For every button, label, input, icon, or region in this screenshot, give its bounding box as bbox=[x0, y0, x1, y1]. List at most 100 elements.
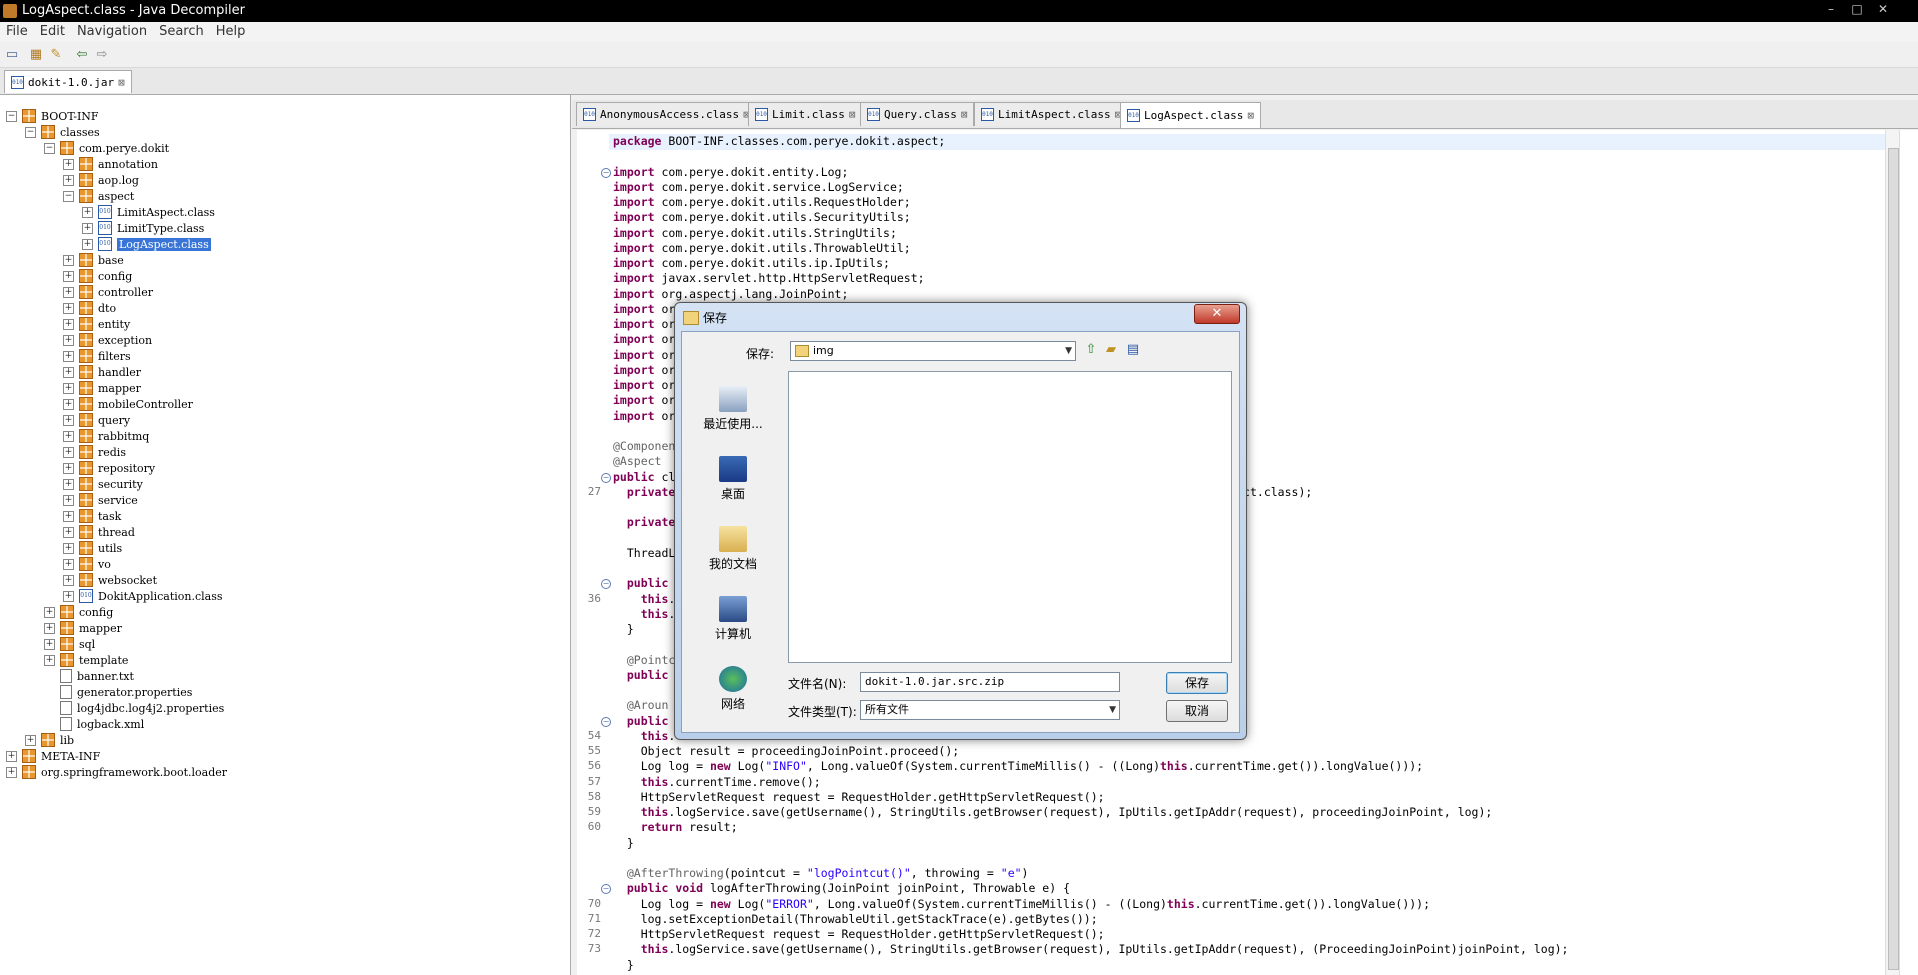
view-menu-icon[interactable]: ▤ bbox=[1124, 341, 1142, 359]
expand-icon[interactable]: + bbox=[63, 334, 74, 346]
expand-icon[interactable]: + bbox=[63, 366, 74, 378]
minimize-button[interactable]: – bbox=[1820, 1, 1842, 17]
jar-tab[interactable]: 010 dokit-1.0.jar ⊠ bbox=[4, 70, 132, 93]
expand-icon[interactable]: + bbox=[44, 638, 55, 650]
menu-search[interactable]: Search bbox=[153, 22, 210, 39]
expand-icon[interactable]: + bbox=[63, 558, 74, 570]
expand-icon[interactable]: + bbox=[63, 382, 74, 394]
tab-logaspect[interactable]: 010 LogAspect.class ⊠ bbox=[1120, 102, 1261, 128]
tree-node[interactable]: − com.perye.dokit bbox=[44, 140, 169, 156]
folder-select[interactable]: img ▼ bbox=[790, 341, 1076, 361]
place-network[interactable]: 网络 bbox=[698, 666, 768, 712]
tree-node[interactable]: +010 LogAspect.class bbox=[82, 236, 211, 252]
expand-icon[interactable]: + bbox=[82, 238, 93, 250]
back-arrow-icon[interactable]: ⇦ bbox=[74, 47, 90, 63]
window-close-button[interactable]: ✕ bbox=[1872, 1, 1894, 17]
close-icon[interactable]: ⊠ bbox=[1247, 109, 1254, 122]
expand-icon[interactable]: + bbox=[63, 590, 74, 602]
tree-node[interactable]: +010 DokitApplication.class bbox=[63, 588, 223, 604]
tree-node[interactable]: − aspect bbox=[63, 188, 134, 204]
tree-node[interactable]: + utils bbox=[63, 540, 122, 556]
open-folder-icon[interactable]: ▦ bbox=[28, 47, 44, 63]
tab-query[interactable]: 010 Query.class ⊠ bbox=[860, 102, 975, 126]
tree-node[interactable]: logback.xml bbox=[44, 716, 144, 732]
tree-node[interactable]: − classes bbox=[25, 124, 100, 140]
filename-input[interactable]: dokit-1.0.jar.src.zip bbox=[860, 672, 1120, 692]
new-folder-icon[interactable]: ▰ bbox=[1102, 341, 1120, 359]
tree-node[interactable]: + repository bbox=[63, 460, 155, 476]
search-tool-icon[interactable]: ✎ bbox=[48, 47, 64, 63]
tree-node[interactable]: + lib bbox=[25, 732, 74, 748]
tree-node[interactable]: + redis bbox=[63, 444, 126, 460]
expand-icon[interactable]: + bbox=[63, 574, 74, 586]
tree-node[interactable]: + handler bbox=[63, 364, 141, 380]
place-desktop[interactable]: 桌面 bbox=[698, 456, 768, 502]
expand-icon[interactable]: + bbox=[63, 318, 74, 330]
expand-icon[interactable]: + bbox=[44, 654, 55, 666]
dialog-close-button[interactable]: ✕ bbox=[1194, 304, 1240, 324]
expand-icon[interactable]: + bbox=[63, 158, 74, 170]
tab-anonymousaccess[interactable]: 010 AnonymousAccess.class ⊠ bbox=[576, 102, 757, 126]
tree-node[interactable]: + template bbox=[44, 652, 128, 668]
expand-icon[interactable]: + bbox=[82, 206, 93, 218]
expand-icon[interactable]: + bbox=[63, 430, 74, 442]
expand-icon[interactable]: + bbox=[63, 174, 74, 186]
expand-icon[interactable]: + bbox=[63, 494, 74, 506]
open-file-icon[interactable]: ▭ bbox=[4, 47, 20, 63]
tree-node[interactable]: + security bbox=[63, 476, 143, 492]
expand-icon[interactable]: + bbox=[63, 446, 74, 458]
collapse-icon[interactable]: − bbox=[44, 142, 55, 154]
tree-node[interactable]: + mapper bbox=[63, 380, 141, 396]
tree-node[interactable]: +010 LimitAspect.class bbox=[82, 204, 215, 220]
tree-node[interactable]: + task bbox=[63, 508, 121, 524]
expand-icon[interactable]: + bbox=[63, 510, 74, 522]
tree-node[interactable]: + aop.log bbox=[63, 172, 139, 188]
tree-node[interactable]: + config bbox=[44, 604, 113, 620]
tab-limit[interactable]: 010 Limit.class ⊠ bbox=[748, 102, 863, 126]
tree-node[interactable]: + controller bbox=[63, 284, 153, 300]
expand-icon[interactable]: + bbox=[6, 750, 17, 762]
tree-node[interactable]: − BOOT-INF bbox=[6, 108, 99, 124]
menu-navigation[interactable]: Navigation bbox=[71, 22, 153, 39]
expand-icon[interactable]: + bbox=[44, 622, 55, 634]
tree-node[interactable]: + sql bbox=[44, 636, 95, 652]
tree-node[interactable]: + annotation bbox=[63, 156, 158, 172]
menu-edit[interactable]: Edit bbox=[34, 22, 71, 39]
expand-icon[interactable]: + bbox=[63, 270, 74, 282]
expand-icon[interactable]: + bbox=[63, 350, 74, 362]
menu-help[interactable]: Help bbox=[210, 22, 252, 39]
expand-icon[interactable]: + bbox=[63, 254, 74, 266]
place-recent[interactable]: 最近使用... bbox=[698, 386, 768, 432]
collapse-icon[interactable]: − bbox=[6, 110, 17, 122]
up-folder-icon[interactable]: ⇧ bbox=[1082, 341, 1100, 359]
maximize-button[interactable]: □ bbox=[1846, 1, 1868, 17]
tree-node[interactable]: + META-INF bbox=[6, 748, 100, 764]
expand-icon[interactable]: + bbox=[63, 286, 74, 298]
tree-node[interactable]: + org.springframework.boot.loader bbox=[6, 764, 227, 780]
scrollbar-thumb[interactable] bbox=[1888, 148, 1899, 970]
tree-node[interactable]: + websocket bbox=[63, 572, 157, 588]
tree-node[interactable]: + thread bbox=[63, 524, 135, 540]
save-button[interactable]: 保存 bbox=[1166, 672, 1228, 694]
expand-icon[interactable]: + bbox=[63, 398, 74, 410]
tree-node[interactable]: + rabbitmq bbox=[63, 428, 149, 444]
tree-node[interactable]: + vo bbox=[63, 556, 111, 572]
vertical-scrollbar[interactable] bbox=[1885, 130, 1900, 975]
tree-node[interactable]: banner.txt bbox=[44, 668, 134, 684]
expand-icon[interactable]: + bbox=[63, 414, 74, 426]
tree-node[interactable]: + entity bbox=[63, 316, 130, 332]
place-computer[interactable]: 计算机 bbox=[698, 596, 768, 642]
cancel-button[interactable]: 取消 bbox=[1166, 700, 1228, 722]
expand-icon[interactable]: + bbox=[63, 478, 74, 490]
tree-node[interactable]: + query bbox=[63, 412, 130, 428]
tree-node[interactable]: + config bbox=[63, 268, 132, 284]
tree-node[interactable]: + service bbox=[63, 492, 138, 508]
close-icon[interactable]: ⊠ bbox=[961, 108, 968, 121]
tree-node[interactable]: + base bbox=[63, 252, 124, 268]
expand-icon[interactable]: + bbox=[63, 526, 74, 538]
tree-node[interactable]: generator.properties bbox=[44, 684, 192, 700]
place-documents[interactable]: 我的文档 bbox=[698, 526, 768, 572]
forward-arrow-icon[interactable]: ⇨ bbox=[94, 47, 110, 63]
close-icon[interactable]: ⊠ bbox=[849, 108, 856, 121]
tree-node[interactable]: + mapper bbox=[44, 620, 122, 636]
